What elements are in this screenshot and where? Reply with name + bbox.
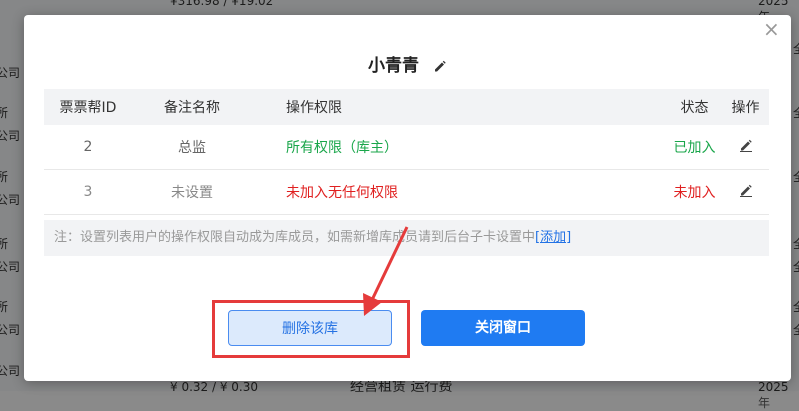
library-dialog: × 小青青 票票帮ID 备注名称 操作权限 状态 操作 2 总监 所有权限（库主… — [24, 15, 791, 381]
cell-status: 未加入 — [673, 185, 716, 201]
table-row: 2 总监 所有权限（库主） 已加入 — [44, 125, 769, 170]
info-note: 注：设置列表用户的操作权限自动成为库成员，如需新增库成员请到后台子卡设置中[添加… — [44, 220, 769, 256]
header-id: 票票帮ID — [59, 100, 117, 116]
header-permission: 操作权限 — [286, 100, 342, 116]
edit-icon[interactable] — [722, 138, 769, 156]
edit-icon[interactable] — [722, 183, 769, 201]
note-text: 注：设置列表用户的操作权限自动成为库成员，如需新增库成员请到后台子卡设置中 — [54, 230, 536, 245]
edit-icon[interactable] — [433, 58, 447, 78]
header-action: 操作 — [731, 100, 760, 116]
table-header: 票票帮ID 备注名称 操作权限 状态 操作 — [44, 89, 769, 125]
cell-id: 3 — [83, 184, 93, 200]
header-status: 状态 — [680, 100, 709, 116]
close-window-button[interactable]: 关闭窗口 — [421, 310, 585, 346]
header-name: 备注名称 — [164, 100, 220, 116]
cell-name: 未设置 — [171, 185, 213, 201]
add-member-link[interactable]: [添加] — [535, 230, 571, 245]
dialog-title-text: 小青青 — [368, 56, 420, 76]
cell-status: 已加入 — [673, 140, 716, 156]
table-row: 3 未设置 未加入无任何权限 未加入 — [44, 170, 769, 215]
close-icon[interactable]: × — [763, 19, 780, 39]
cell-name: 总监 — [178, 140, 206, 156]
dialog-title: 小青青 — [24, 51, 791, 78]
cell-permission: 未加入无任何权限 — [286, 185, 398, 201]
members-table: 票票帮ID 备注名称 操作权限 状态 操作 2 总监 所有权限（库主） 已加入 … — [44, 89, 769, 215]
cell-id: 2 — [83, 139, 93, 155]
delete-library-button[interactable]: 删除该库 — [228, 310, 392, 346]
cell-permission: 所有权限（库主） — [286, 140, 398, 156]
